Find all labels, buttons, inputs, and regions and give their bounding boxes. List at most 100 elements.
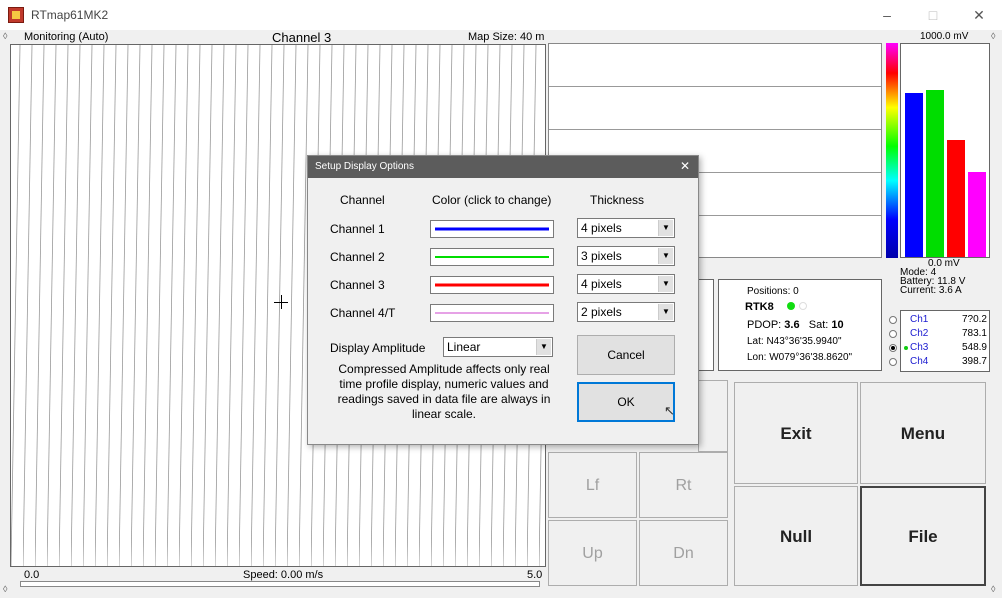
color-swatch-channel-1[interactable]: [430, 220, 554, 238]
color-swatch-channel-3[interactable]: [430, 276, 554, 294]
header-color: Color (click to change): [432, 193, 552, 207]
left-button-label: Lf: [585, 477, 600, 494]
bar-ch2: [926, 90, 944, 257]
setup-display-dialog: Setup Display Options ✕ Channel Color (c…: [307, 155, 699, 445]
bar-ch1: [905, 93, 923, 257]
channel-label: Channel 3: [272, 30, 332, 45]
x-start-label: 0.0: [24, 569, 40, 581]
color-swatch-channel-4[interactable]: [430, 304, 554, 322]
pdop-row: PDOP: 3.6 Sat: 10: [747, 319, 844, 331]
up-button-label: Up: [582, 545, 603, 562]
thickness-select-channel-2[interactable]: 3 pixels ▼: [577, 246, 675, 266]
thickness-value: 3 pixels: [581, 249, 622, 263]
system-status: Mode: 4 Battery: 11.8 V Current: 3.6 A: [900, 268, 965, 296]
channel-name: Ch4: [910, 356, 929, 367]
minimize-button[interactable]: –: [864, 0, 910, 30]
channel-radio[interactable]: [889, 344, 897, 352]
chevron-down-icon: ▼: [658, 276, 673, 292]
channel-row-label: Channel 2: [330, 250, 385, 264]
mode-label: Monitoring (Auto): [24, 31, 109, 43]
up-button[interactable]: Up: [548, 520, 637, 586]
crosshair-icon: [281, 295, 282, 309]
bars-scale-top: 1000.0 mV: [920, 31, 969, 42]
gps-status-panel: Positions: 0 RTK8 PDOP: 3.6 Sat: 10 Lat:…: [718, 279, 882, 371]
null-button[interactable]: Null: [734, 486, 858, 586]
dialog-title-bar: Setup Display Options ✕: [308, 156, 698, 178]
down-button-label: Dn: [673, 545, 694, 562]
thickness-value: 2 pixels: [581, 305, 622, 319]
resize-marker-icon: ◊: [3, 584, 8, 594]
ok-button[interactable]: OK: [577, 382, 675, 422]
dialog-title: Setup Display Options: [315, 161, 414, 172]
exit-button-label: Exit: [780, 424, 812, 443]
right-button-label: Rt: [675, 477, 692, 494]
hidden-button[interactable]: [698, 380, 728, 452]
window-title: RTmap61MK2: [31, 8, 109, 22]
channel-name: Ch1: [910, 314, 929, 325]
left-button[interactable]: Lf: [548, 452, 637, 518]
color-line: [435, 256, 549, 258]
sat-value: 10: [831, 319, 844, 331]
chevron-down-icon: ▼: [658, 220, 673, 236]
speed-label: Speed: 0.00 m/s: [243, 569, 324, 581]
channel-row[interactable]: Ch2 783.1: [889, 328, 991, 342]
exit-button[interactable]: Exit: [734, 382, 858, 484]
file-button[interactable]: File: [860, 486, 986, 586]
thickness-select-channel-4[interactable]: 2 pixels ▼: [577, 302, 675, 322]
pdop-value: 3.6: [784, 319, 800, 331]
chevron-down-icon: ▼: [658, 248, 673, 264]
active-channel-icon: [904, 346, 908, 350]
menu-button-label: Menu: [900, 424, 946, 443]
color-line: [435, 312, 549, 314]
down-button[interactable]: Dn: [639, 520, 728, 586]
positions-label: Positions: 0: [747, 286, 799, 297]
file-button-label: File: [908, 527, 938, 546]
channel-bars: [900, 43, 990, 258]
graph-gridline: [549, 129, 881, 130]
channel-value: 783.1: [961, 328, 987, 339]
map-scrollbar[interactable]: [20, 581, 540, 587]
menu-button[interactable]: Menu: [860, 382, 986, 484]
channel-value: 548.9: [961, 342, 987, 353]
dialog-close-button[interactable]: ✕: [680, 159, 690, 173]
x-end-label: 5.0: [527, 569, 543, 581]
channel-name: Ch3: [910, 342, 929, 353]
thickness-select-channel-3[interactable]: 4 pixels ▼: [577, 274, 675, 294]
bar-ch3: [947, 140, 965, 257]
color-swatch-channel-2[interactable]: [430, 248, 554, 266]
channel-radio[interactable]: [889, 330, 897, 338]
color-line: [435, 283, 549, 287]
amplitude-label: Display Amplitude: [330, 341, 426, 355]
channel-radio[interactable]: [889, 358, 897, 366]
map-size-label: Map Size: 40 m: [468, 31, 545, 43]
cancel-button[interactable]: Cancel: [577, 335, 675, 375]
bar-ch4: [968, 172, 986, 257]
channel-row[interactable]: Ch1 7?0.2: [889, 314, 991, 328]
thickness-value: 4 pixels: [581, 221, 622, 235]
pdop-label: PDOP:: [747, 319, 782, 331]
rtk-status-icon: [799, 302, 807, 310]
header-thickness: Thickness: [590, 193, 645, 207]
chevron-down-icon: ▼: [536, 339, 551, 355]
header-channel: Channel: [340, 193, 385, 207]
channel-readouts: Ch1 7?0.2 Ch2 783.1 Ch3 548.9 Ch4 398.7: [889, 310, 991, 372]
current-value: Current: 3.6 A: [900, 285, 962, 296]
close-button[interactable]: ✕: [956, 0, 1002, 30]
chevron-down-icon: ▼: [658, 304, 673, 320]
maximize-button[interactable]: □: [910, 0, 956, 30]
thickness-value: 4 pixels: [581, 277, 622, 291]
thickness-select-channel-1[interactable]: 4 pixels ▼: [577, 218, 675, 238]
color-scale-bar: [886, 43, 898, 258]
title-bar: RTmap61MK2 – □ ✕: [0, 0, 1002, 30]
amplitude-select[interactable]: Linear ▼: [443, 337, 553, 357]
sat-label: Sat:: [808, 319, 829, 331]
hidden-panel: [698, 279, 714, 371]
amplitude-value: Linear: [447, 340, 481, 354]
right-button[interactable]: Rt: [639, 452, 728, 518]
app-icon: [8, 7, 24, 23]
channel-row[interactable]: Ch4 398.7: [889, 356, 991, 370]
channel-radio[interactable]: [889, 316, 897, 324]
channel-row[interactable]: Ch3 548.9: [889, 342, 991, 356]
channel-name: Ch2: [910, 328, 929, 339]
longitude: Lon: W079°36'38.8620": [747, 352, 853, 363]
